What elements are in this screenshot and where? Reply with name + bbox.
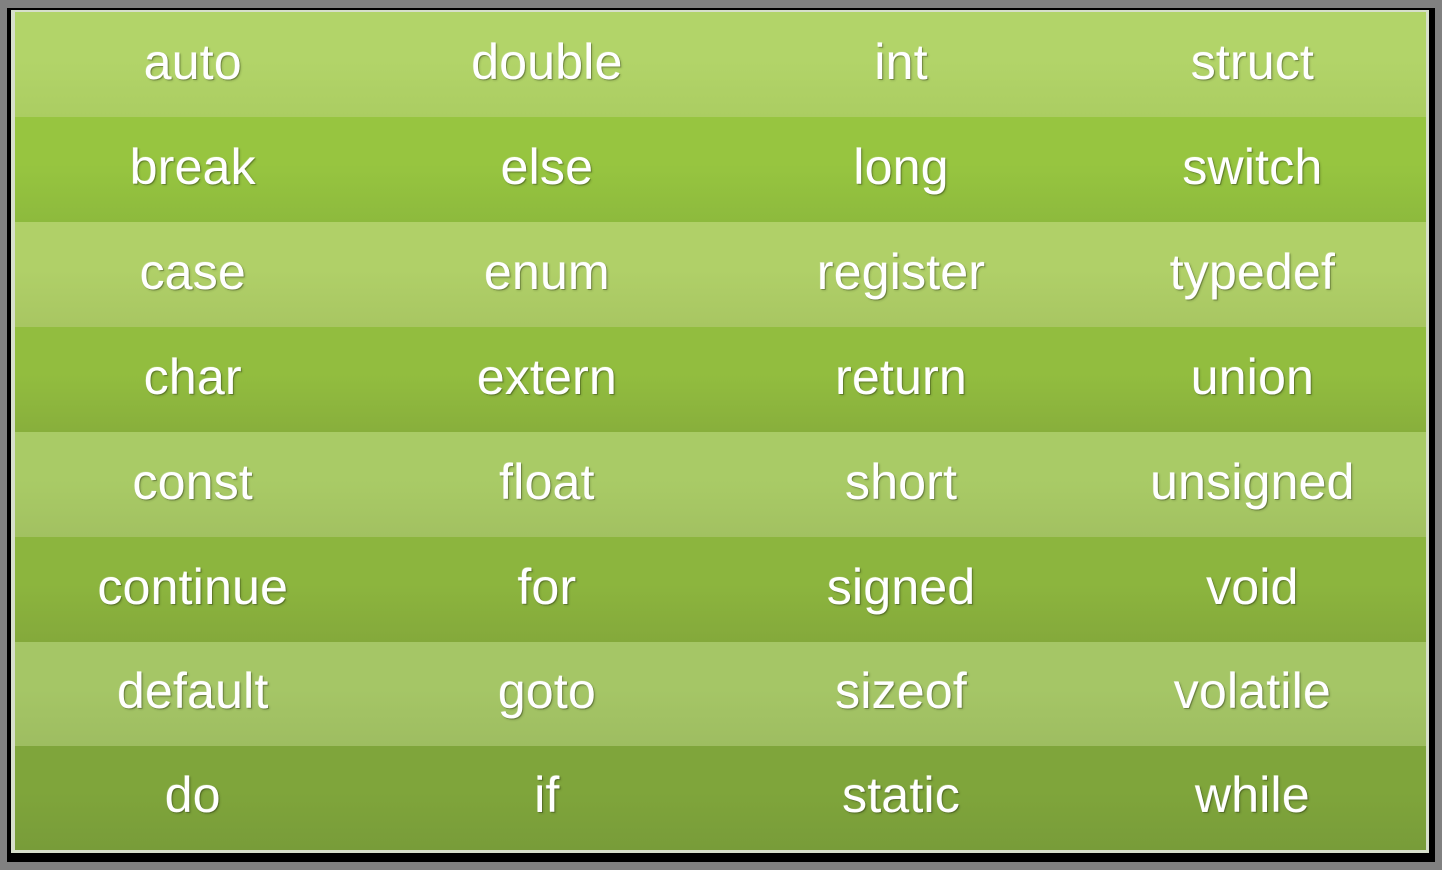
keyword-label: short xyxy=(845,453,958,510)
keyword-cell-if: if xyxy=(371,746,724,850)
keyword-label: signed xyxy=(826,558,976,615)
keyword-label: default xyxy=(117,663,269,719)
keyword-cell-default: default xyxy=(15,642,371,746)
keyword-cell-static: static xyxy=(723,746,1079,850)
keyword-cell-union: union xyxy=(1079,327,1426,432)
keyword-cell-int: int xyxy=(723,12,1079,117)
keyword-label: union xyxy=(1190,348,1315,405)
keyword-cell-double: double xyxy=(371,12,724,117)
keyword-label: void xyxy=(1206,558,1299,615)
keyword-cell-while: while xyxy=(1079,746,1426,850)
keyword-label: case xyxy=(139,243,246,300)
keyword-label: sizeof xyxy=(835,663,967,719)
keyword-cell-const: const xyxy=(15,432,371,537)
keyword-cell-break: break xyxy=(15,117,371,222)
keyword-label: register xyxy=(816,243,986,300)
keyword-cell-typedef: typedef xyxy=(1079,222,1426,327)
keyword-cell-struct: struct xyxy=(1079,12,1426,117)
keyword-cell-do: do xyxy=(15,746,371,850)
keyword-cell-for: for xyxy=(371,537,724,642)
c-keywords-table: auto double int struct break else long switch ca… xyxy=(15,12,1426,850)
keyword-cell-else: else xyxy=(371,117,724,222)
keyword-label: enum xyxy=(484,243,610,300)
keyword-cell-float: float xyxy=(371,432,724,537)
keyword-label: do xyxy=(164,767,221,823)
keyword-row: continue for signed void xyxy=(15,537,1426,642)
keyword-label: long xyxy=(853,138,949,195)
keyword-label: unsigned xyxy=(1150,453,1355,510)
keyword-cell-extern: extern xyxy=(371,327,724,432)
keyword-label: volatile xyxy=(1173,663,1332,719)
keyword-row: auto double int struct xyxy=(15,12,1426,117)
keyword-cell-return: return xyxy=(723,327,1079,432)
keyword-label: switch xyxy=(1182,138,1323,195)
keyword-cell-short: short xyxy=(723,432,1079,537)
keyword-cell-long: long xyxy=(723,117,1079,222)
keyword-label: else xyxy=(500,138,594,195)
keyword-label: auto xyxy=(143,33,242,90)
keyword-label: static xyxy=(842,767,961,823)
keyword-label: while xyxy=(1194,767,1310,823)
keyword-row: const float short unsigned xyxy=(15,432,1426,537)
keyword-row: break else long switch xyxy=(15,117,1426,222)
keyword-cell-switch: switch xyxy=(1079,117,1426,222)
keyword-label: double xyxy=(471,33,623,90)
keyword-cell-sizeof: sizeof xyxy=(723,642,1079,746)
keyword-cell-signed: signed xyxy=(723,537,1079,642)
keyword-label: float xyxy=(499,453,595,510)
keyword-label: continue xyxy=(97,558,289,615)
keyword-cell-volatile: volatile xyxy=(1079,642,1426,746)
keyword-label: struct xyxy=(1190,33,1315,90)
keyword-cell-auto: auto xyxy=(15,12,371,117)
keyword-cell-case: case xyxy=(15,222,371,327)
keyword-label: extern xyxy=(476,348,618,405)
keywords-page: auto double int struct break else long switch ca… xyxy=(0,0,1442,870)
keyword-cell-char: char xyxy=(15,327,371,432)
keyword-row: default goto sizeof volatile xyxy=(15,642,1426,746)
keyword-label: int xyxy=(874,33,928,90)
keyword-row: do if static while xyxy=(15,746,1426,850)
keyword-label: goto xyxy=(497,663,596,719)
keyword-cell-continue: continue xyxy=(15,537,371,642)
keyword-label: for xyxy=(517,558,577,615)
keyword-cell-goto: goto xyxy=(371,642,724,746)
keyword-row: case enum register typedef xyxy=(15,222,1426,327)
keyword-row: char extern return union xyxy=(15,327,1426,432)
keyword-label: return xyxy=(835,348,967,405)
keyword-cell-unsigned: unsigned xyxy=(1079,432,1426,537)
keyword-cell-enum: enum xyxy=(371,222,724,327)
keyword-label: const xyxy=(132,453,254,510)
keyword-label: char xyxy=(143,348,242,405)
keyword-label: break xyxy=(129,138,256,195)
keyword-cell-register: register xyxy=(723,222,1079,327)
keyword-label: if xyxy=(534,767,560,823)
keyword-cell-void: void xyxy=(1079,537,1426,642)
keyword-label: typedef xyxy=(1169,243,1336,300)
